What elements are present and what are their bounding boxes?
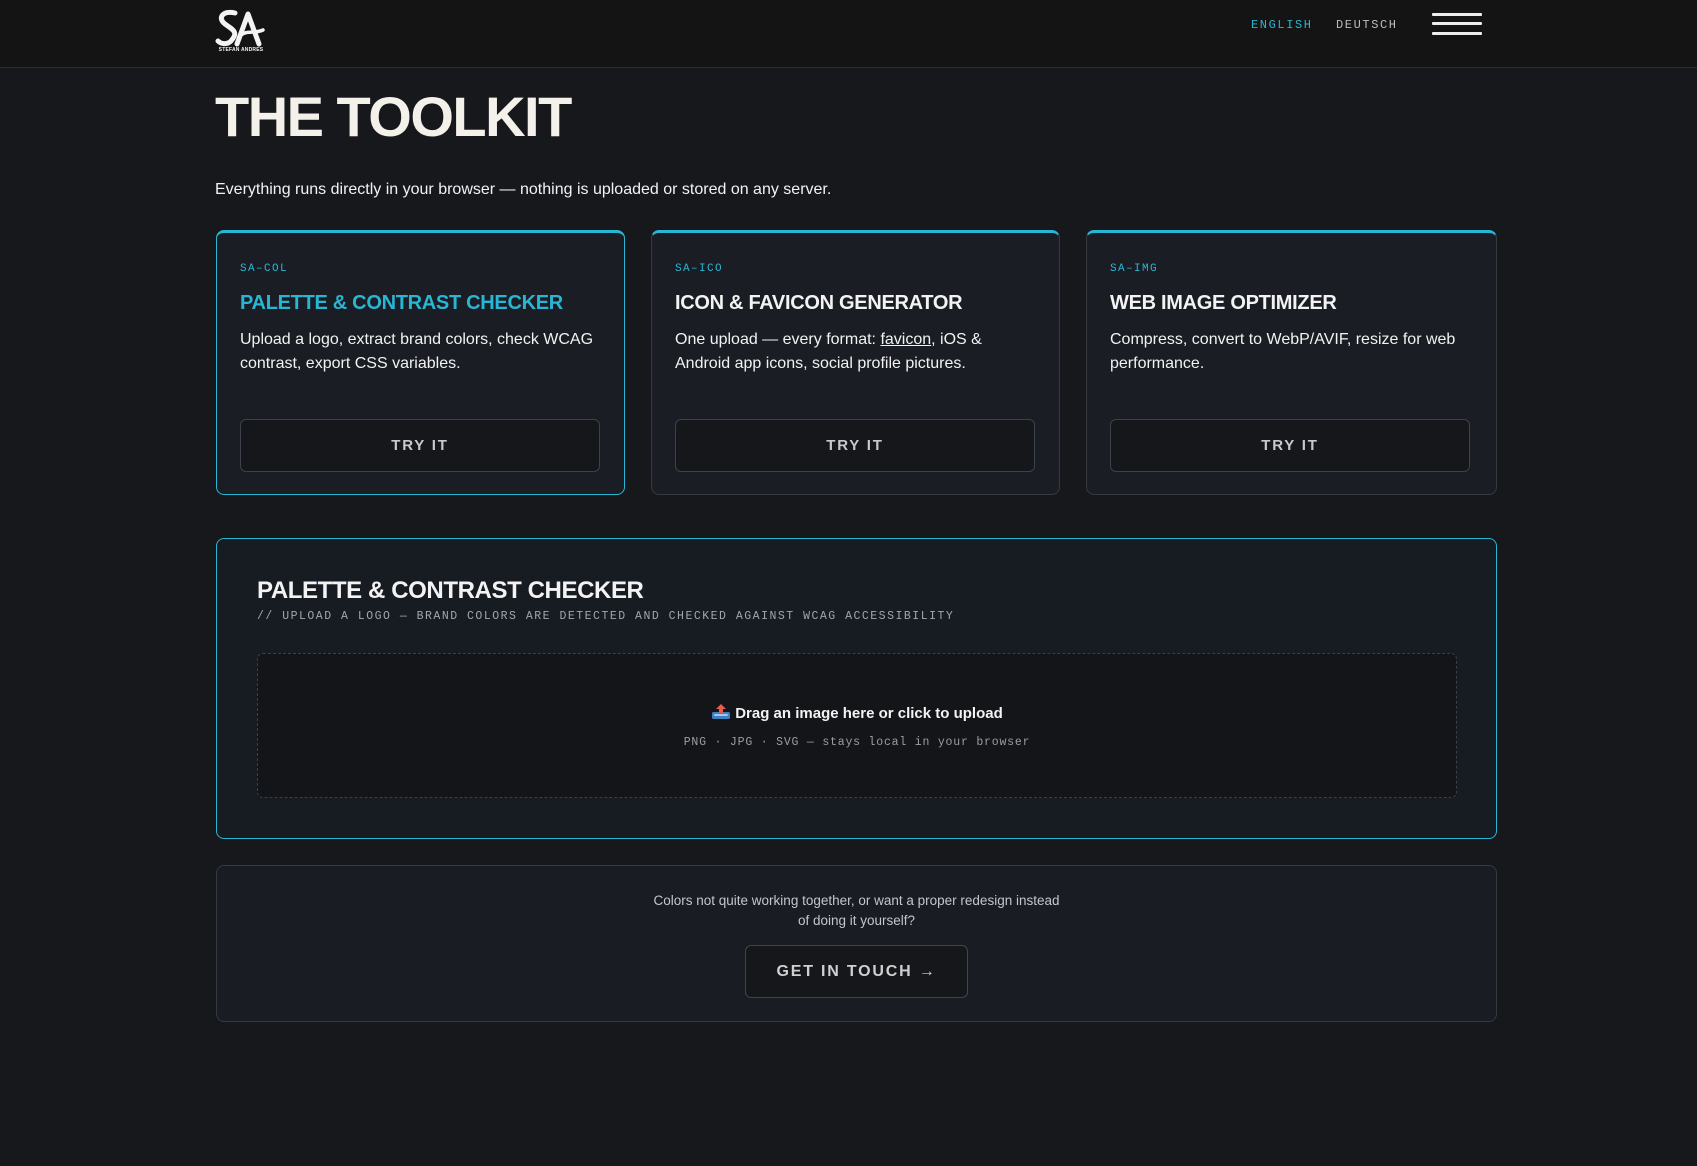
dropzone-label: Drag an image here or click to upload	[258, 703, 1456, 722]
tool-title: ICON & FAVICON GENERATOR	[675, 292, 963, 314]
cta-text-wrap: Colors not quite working together, or wa…	[217, 891, 1496, 931]
page-intro: Everything runs directly in your browser…	[215, 181, 832, 198]
sa-monogram-icon	[215, 9, 265, 47]
upload-dropzone[interactable]: Drag an image here or click to upload PN…	[257, 653, 1457, 798]
hamburger-menu-icon[interactable]	[1432, 13, 1484, 37]
try-it-button-icon[interactable]: TRY IT	[675, 419, 1035, 472]
cta-text: Colors not quite working together, or wa…	[653, 893, 1060, 928]
contact-cta: Colors not quite working together, or wa…	[216, 865, 1497, 1022]
tool-description: One upload — every format: favicon, iOS …	[675, 328, 1040, 376]
tool-description: Compress, convert to WebP/AVIF, resize f…	[1110, 331, 1456, 372]
menu-bar	[1432, 32, 1482, 35]
tool-description: Upload a logo, extract brand colors, che…	[240, 331, 594, 372]
palette-checker-panel: PALETTE & CONTRAST CHECKER // UPLOAD A L…	[216, 538, 1497, 839]
language-english-link[interactable]: ENGLISH	[1251, 18, 1313, 32]
tool-code: SA–IMG	[1110, 263, 1159, 275]
tool-code: SA–COL	[240, 263, 289, 275]
description-text: One upload — every format:	[675, 331, 881, 348]
tool-card-image[interactable]: SA–IMG WEB IMAGE OPTIMIZER Compress, con…	[1086, 230, 1497, 495]
try-it-button-image[interactable]: TRY IT	[1110, 419, 1470, 472]
menu-bar	[1432, 13, 1482, 16]
tool-card-icon[interactable]: SA–ICO ICON & FAVICON GENERATOR One uplo…	[651, 230, 1060, 495]
panel-title: PALETTE & CONTRAST CHECKER	[257, 577, 644, 604]
dropzone-hint: PNG · JPG · SVG — stays local in your br…	[683, 736, 1031, 749]
upload-tray-icon	[712, 704, 731, 719]
get-in-touch-button[interactable]: GET IN TOUCH →	[745, 945, 968, 998]
tool-title: WEB IMAGE OPTIMIZER	[1110, 292, 1337, 314]
dropzone-main-text: Drag an image here or click to upload	[735, 705, 1003, 722]
page-title: THE TOOLKIT	[215, 85, 572, 148]
top-navigation-bar: STEFAN ANDRES ENGLISH DEUTSCH	[0, 0, 1697, 68]
try-it-button-palette[interactable]: TRY IT	[240, 419, 600, 472]
panel-subtitle: // UPLOAD A LOGO — BRAND COLORS ARE DETE…	[257, 610, 955, 623]
language-deutsch-link[interactable]: DEUTSCH	[1336, 18, 1398, 32]
menu-bar	[1432, 22, 1482, 25]
tool-title: PALETTE & CONTRAST CHECKER	[240, 292, 563, 314]
tool-code: SA–ICO	[675, 263, 724, 275]
logo-wordmark: STEFAN ANDRES	[218, 47, 264, 53]
brand-logo[interactable]: STEFAN ANDRES	[215, 8, 267, 56]
favicon-link[interactable]: favicon	[880, 331, 931, 348]
tool-card-palette[interactable]: SA–COL PALETTE & CONTRAST CHECKER Upload…	[216, 230, 625, 495]
